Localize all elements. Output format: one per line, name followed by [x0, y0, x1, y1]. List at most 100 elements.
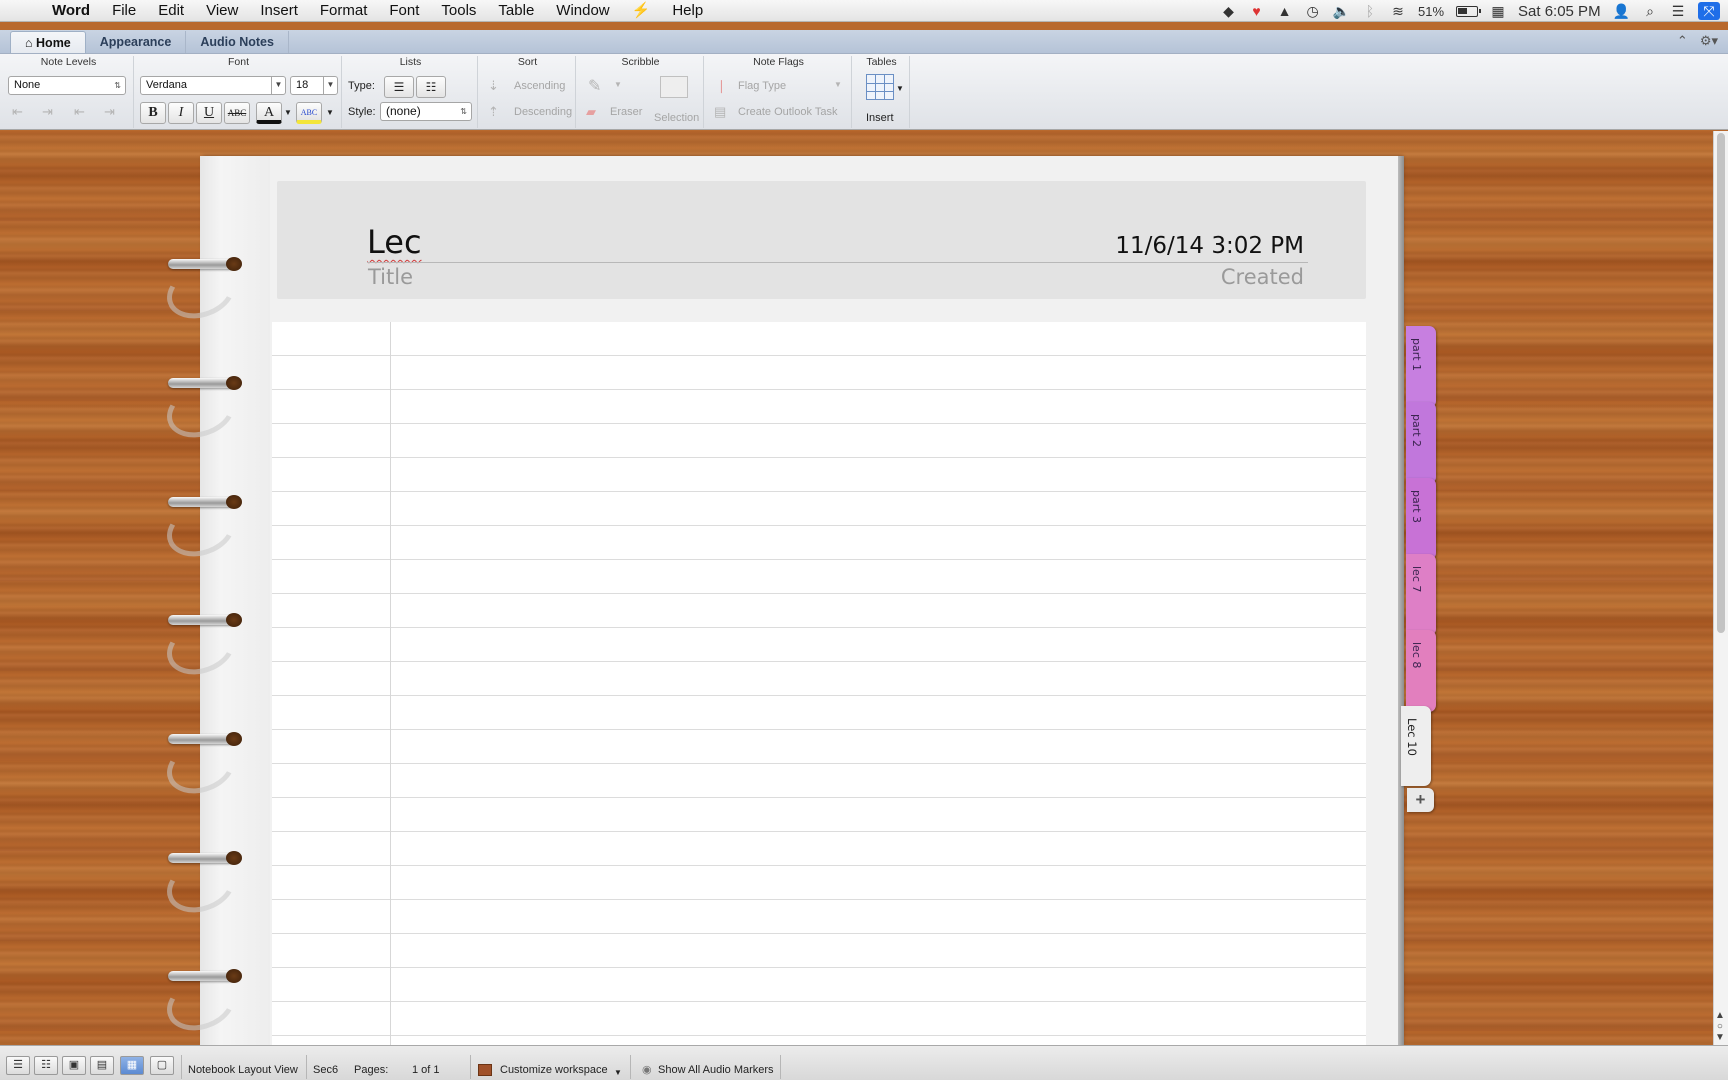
section-tab-part-1[interactable]: part 1 — [1406, 326, 1436, 408]
create-outlook-task-button[interactable]: Create Outlook Task — [738, 106, 837, 118]
notebook-layout-button[interactable]: ▦ — [120, 1056, 144, 1075]
menu-view[interactable]: View — [195, 0, 249, 22]
list-style-label: Style: — [348, 106, 376, 118]
dropdown-arrow-icon[interactable]: ▼ — [271, 76, 285, 95]
section-tab-part-2[interactable]: part 2 — [1406, 402, 1436, 484]
add-section-button[interactable]: + — [1407, 788, 1434, 812]
clock[interactable]: Sat 6:05 PM — [1518, 2, 1601, 20]
group-title: Note Flags — [753, 56, 804, 68]
app-switcher-icon[interactable]: ⤧ — [1698, 2, 1720, 20]
customize-workspace-button[interactable]: Customize workspace — [500, 1063, 608, 1077]
menu-app-word[interactable]: Word — [38, 0, 101, 22]
list-style-select[interactable]: (none) ⇅ — [380, 102, 472, 121]
note-created-value: 11/6/14 3:02 PM — [1115, 233, 1304, 259]
font-size-combo[interactable]: 18 ▼ — [290, 76, 338, 95]
section-tab-lec-10[interactable]: Lec 10 — [1401, 706, 1431, 786]
binder-ring-icon — [159, 968, 243, 1040]
heart-icon[interactable]: ♥ — [1249, 2, 1265, 20]
tab-audio-notes[interactable]: Audio Notes — [186, 31, 289, 53]
note-level-select[interactable]: None ⇅ — [8, 76, 126, 95]
draft-view-button[interactable]: ☰ — [6, 1056, 30, 1075]
flag-dropdown-icon[interactable]: ▼ — [834, 80, 842, 89]
insert-table-icon[interactable] — [866, 74, 894, 100]
menu-file[interactable]: File — [101, 0, 147, 22]
battery-icon[interactable] — [1456, 5, 1482, 17]
promote-icon[interactable]: ⇤ — [12, 104, 23, 120]
tab-appearance[interactable]: Appearance — [86, 31, 187, 53]
group-lists: Lists Type: ☰ ☷ Style: (none) ⇅ — [344, 56, 478, 128]
sort-descending-button[interactable]: Descending — [514, 106, 572, 118]
user-icon[interactable]: 👤 — [1613, 2, 1630, 20]
menu-format[interactable]: Format — [309, 0, 379, 22]
created-label: Created — [1220, 265, 1304, 289]
demote-icon[interactable]: ⇥ — [42, 104, 53, 120]
binder-ring-icon — [159, 612, 243, 684]
bluetooth-icon[interactable]: ᛒ — [1362, 2, 1378, 20]
group-title: Tables — [866, 56, 897, 68]
selection-icon[interactable] — [660, 76, 688, 98]
insert-table-button[interactable]: Insert — [866, 112, 894, 124]
section-tab-lec-8[interactable]: lec 8 — [1406, 630, 1436, 712]
battery-percent[interactable]: 51% — [1418, 2, 1444, 20]
status-divider — [630, 1055, 631, 1079]
dropbox-icon[interactable]: ◆ — [1221, 2, 1237, 20]
bold-button[interactable]: B — [140, 102, 166, 124]
collapse-ribbon-icon[interactable]: ⌃ — [1677, 33, 1688, 49]
menu-edit[interactable]: Edit — [147, 0, 195, 22]
italic-button[interactable]: I — [168, 102, 194, 124]
strikethrough-button[interactable]: ABC — [224, 102, 250, 124]
vertical-scrollbar[interactable]: ▲ ○ ▼ — [1713, 131, 1728, 1045]
menu-insert[interactable]: Insert — [249, 0, 309, 22]
volume-icon[interactable]: 🔈 — [1333, 2, 1350, 20]
publishing-view-button[interactable]: ▣ — [62, 1056, 86, 1075]
font-name-combo[interactable]: Verdana ▼ — [140, 76, 286, 95]
tab-home[interactable]: ⌂ Home — [10, 31, 86, 53]
section-tab-lec-7[interactable]: lec 7 — [1406, 554, 1436, 636]
font-color-dropdown-icon[interactable]: ▼ — [284, 108, 292, 117]
workspace-swatch-icon[interactable] — [478, 1064, 492, 1076]
note-header: Lec 11/6/14 3:02 PM Title Created — [277, 181, 1366, 299]
customize-dropdown-icon[interactable]: ▼ — [614, 1066, 622, 1080]
pen-dropdown-icon[interactable]: ▼ — [614, 80, 622, 89]
menu-table[interactable]: Table — [487, 0, 545, 22]
demote-level-icon[interactable]: ⇥ — [104, 104, 115, 120]
flag-type-button[interactable]: Flag Type — [738, 80, 786, 92]
bulleted-list-button[interactable]: ☰ — [384, 76, 414, 98]
scroll-thumb[interactable] — [1717, 133, 1725, 633]
font-color-button[interactable]: A — [256, 102, 282, 124]
spotlight-icon[interactable]: ⌕ — [1642, 2, 1658, 20]
show-audio-markers-button[interactable]: Show All Audio Markers — [658, 1063, 774, 1077]
script-menu-icon[interactable]: ⚡ — [621, 0, 662, 22]
sort-ascending-button[interactable]: Ascending — [514, 80, 565, 92]
status-divider — [181, 1055, 182, 1079]
ribbon-settings-icon[interactable]: ⚙▾ — [1700, 33, 1718, 49]
numbered-list-button[interactable]: ☷ — [416, 76, 446, 98]
time-machine-icon[interactable]: ◷ — [1305, 2, 1321, 20]
menu-font[interactable]: Font — [378, 0, 430, 22]
wifi-icon[interactable]: ≋ — [1390, 2, 1406, 20]
underline-button[interactable]: U — [196, 102, 222, 124]
drive-icon[interactable]: ▲ — [1277, 2, 1293, 20]
menu-window[interactable]: Window — [545, 0, 620, 22]
print-layout-button[interactable]: ▤ — [90, 1056, 114, 1075]
highlight-dropdown-icon[interactable]: ▼ — [326, 108, 334, 117]
note-title-field[interactable]: Lec — [367, 223, 422, 261]
scroll-arrows-icon[interactable]: ▲ ○ ▼ — [1715, 1010, 1725, 1043]
table-dropdown-icon[interactable]: ▼ — [896, 84, 904, 93]
outline-view-button[interactable]: ☷ — [34, 1056, 58, 1075]
menu-tools[interactable]: Tools — [430, 0, 487, 22]
binder-ring-icon — [159, 850, 243, 922]
calendar-icon[interactable]: ▦ — [1490, 2, 1506, 20]
notification-center-icon[interactable]: ☰ — [1670, 2, 1686, 20]
highlight-button[interactable]: ABC — [296, 102, 322, 124]
section-tab-part-3[interactable]: part 3 — [1406, 478, 1436, 560]
selection-button[interactable]: Selection — [654, 112, 699, 124]
promote-level-icon[interactable]: ⇤ — [74, 104, 85, 120]
dropdown-arrow-icon[interactable]: ▼ — [323, 76, 337, 95]
note-body[interactable] — [272, 322, 1366, 1045]
binder-ring-icon — [159, 375, 243, 447]
focus-view-button[interactable]: ▢ — [150, 1056, 174, 1075]
eraser-button[interactable]: Eraser — [610, 106, 642, 118]
pen-icon[interactable]: ✎ — [588, 76, 601, 96]
menu-help[interactable]: Help — [661, 0, 714, 22]
